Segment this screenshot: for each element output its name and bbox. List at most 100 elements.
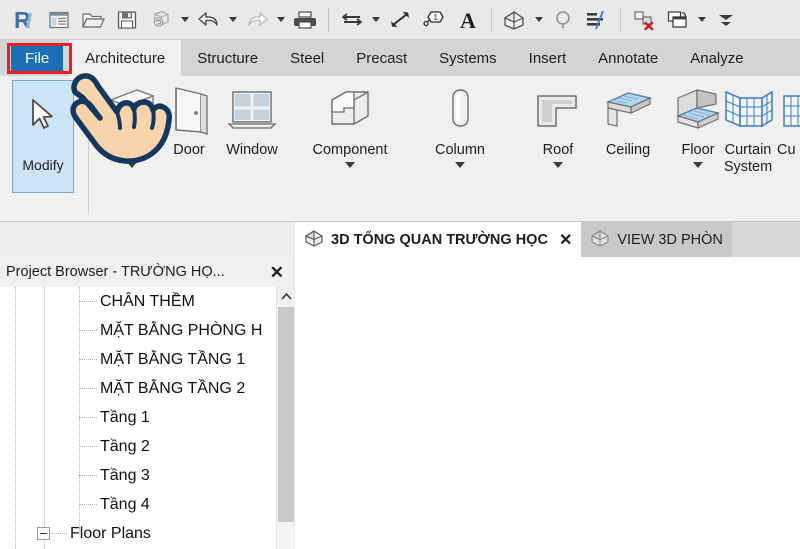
tree-connector <box>79 417 97 418</box>
window-label: Window <box>226 142 278 158</box>
column-label: Column <box>435 142 485 158</box>
svg-text:A: A <box>460 9 476 31</box>
tree-item-label: MẶT BẰNG TẦNG 1 <box>100 350 246 368</box>
arrow-cursor-icon <box>32 99 53 129</box>
roof-label: Roof <box>542 142 574 158</box>
project-browser-panel: Project Browser - TRƯỜNG HỌ... ✕ CHÂN TH… <box>0 257 295 549</box>
sync-icon[interactable] <box>144 3 178 37</box>
scroll-up-icon[interactable] <box>277 287 295 305</box>
modify-button[interactable]: Modify <box>12 80 74 193</box>
tree-item-tang-1[interactable]: Tầng 1 <box>0 403 276 432</box>
tab-steel[interactable]: Steel <box>274 40 340 76</box>
component-button[interactable]: Component <box>302 80 398 168</box>
curtain-grid-icon <box>777 80 800 142</box>
ribbon-tab-bar: File Architecture Structure Steel Precas… <box>0 40 800 76</box>
svg-text:1: 1 <box>434 13 439 22</box>
measure-dropdown-icon[interactable] <box>369 3 383 37</box>
tree-item-tang-3[interactable]: Tầng 3 <box>0 461 276 490</box>
project-browser-header: Project Browser - TRƯỜNG HỌ... ✕ <box>0 257 294 287</box>
view-tab-bar: 3D TỔNG QUAN TRƯỜNG HỌC ✕ VIEW 3D PHÒN <box>295 222 800 257</box>
tag-icon[interactable]: 1 <box>417 3 451 37</box>
door-label: Door <box>173 142 205 158</box>
drawing-canvas[interactable] <box>295 257 800 549</box>
curtain-grid-button[interactable]: Cu <box>770 80 800 159</box>
close-hidden-windows-icon[interactable] <box>627 3 661 37</box>
component-icon <box>314 80 386 142</box>
view-dropdown-icon[interactable] <box>532 3 546 37</box>
tab-annotate[interactable]: Annotate <box>582 40 674 76</box>
tree-item-label: MẶT BẰNG PHÒNG H <box>100 321 263 339</box>
aligned-dimension-icon[interactable] <box>383 3 417 37</box>
tree-item-mat-bang-tang-2[interactable]: MẶT BẰNG TẦNG 2 <box>0 374 276 403</box>
new-project-icon[interactable] <box>42 3 76 37</box>
column-button[interactable]: Column <box>412 80 508 168</box>
tree-item-label: Tầng 1 <box>100 408 150 426</box>
tree-connector <box>51 533 67 534</box>
tree-item-floor-plans[interactable]: Floor Plans <box>0 519 276 548</box>
tree-item-label: Tầng 3 <box>100 466 150 484</box>
tree-connector <box>79 446 97 447</box>
redo-icon[interactable] <box>240 3 274 37</box>
close-icon[interactable]: ✕ <box>559 230 572 250</box>
window-icon <box>216 80 288 142</box>
tab-file[interactable]: File <box>11 44 64 72</box>
undo-icon[interactable] <box>192 3 226 37</box>
scrollbar-thumb[interactable] <box>278 307 294 522</box>
tree-item-mat-bang-phong-h[interactable]: MẶT BẰNG PHÒNG H <box>0 316 276 345</box>
view-tab-3d-tong-quan[interactable]: 3D TỔNG QUAN TRƯỜNG HỌC ✕ <box>295 222 582 257</box>
switch-windows-dropdown-icon[interactable] <box>695 3 709 37</box>
undo-dropdown-icon[interactable] <box>226 3 240 37</box>
tree-connector <box>79 504 97 505</box>
window-button[interactable]: Window <box>204 80 300 159</box>
house-3d-icon <box>590 229 610 251</box>
tree-item-label: CHÂN THỀM <box>100 292 195 310</box>
revit-logo-icon[interactable]: R <box>8 3 42 37</box>
section-icon[interactable] <box>546 3 580 37</box>
collapse-expander-icon[interactable] <box>37 527 50 540</box>
print-icon[interactable] <box>288 3 322 37</box>
column-icon <box>424 80 496 142</box>
project-browser-scrollbar[interactable] <box>276 287 295 549</box>
view-tab-label: 3D TỔNG QUAN TRƯỜNG HỌC <box>331 231 548 248</box>
measure-icon[interactable] <box>335 3 369 37</box>
tree-item-label: Tầng 2 <box>100 437 150 455</box>
view-tab-label: VIEW 3D PHÒN <box>617 231 723 248</box>
tree-item-mat-bang-tang-1[interactable]: MẶT BẰNG TẦNG 1 <box>0 345 276 374</box>
customize-qat-icon[interactable] <box>709 3 743 37</box>
view-tab-view-3d-phong[interactable]: VIEW 3D PHÒN <box>581 222 732 257</box>
tab-insert[interactable]: Insert <box>513 40 583 76</box>
tree-item-tang-2[interactable]: Tầng 2 <box>0 432 276 461</box>
tab-structure[interactable]: Structure <box>181 40 274 76</box>
tree-connector <box>79 359 97 360</box>
tree-connector <box>79 301 97 302</box>
sync-dropdown-icon[interactable] <box>178 3 192 37</box>
tree-item-label: Tầng 4 <box>100 495 150 513</box>
tab-analyze[interactable]: Analyze <box>674 40 759 76</box>
ribbon-panel-area: Modify Select Wall <box>0 76 800 286</box>
tree-item-tang-4[interactable]: Tầng 4 <box>0 490 276 519</box>
workspace-area: Project Browser - TRƯỜNG HỌ... ✕ CHÂN TH… <box>0 222 800 549</box>
tree-item-label: MẶT BẰNG TẦNG 2 <box>100 379 246 397</box>
component-label: Component <box>312 142 388 158</box>
text-icon[interactable]: A <box>451 3 485 37</box>
tree-item-chan-them-1[interactable]: CHÂN THỀM <box>0 287 276 316</box>
redo-dropdown-icon[interactable] <box>274 3 288 37</box>
default-3d-view-icon[interactable] <box>498 3 532 37</box>
tab-systems[interactable]: Systems <box>423 40 513 76</box>
roof-dropdown-icon[interactable] <box>553 162 563 168</box>
toolbar-separator <box>328 7 329 32</box>
toolbar-separator-3 <box>620 7 621 32</box>
thin-lines-icon[interactable] <box>580 3 614 37</box>
tab-architecture[interactable]: Architecture <box>69 40 182 76</box>
tree-connector <box>79 330 97 331</box>
open-folder-icon[interactable] <box>76 3 110 37</box>
wall-dropdown-icon[interactable] <box>127 162 137 168</box>
house-3d-icon <box>304 229 324 251</box>
quick-access-toolbar: R 1 A <box>0 0 800 40</box>
save-icon[interactable] <box>110 3 144 37</box>
close-icon[interactable]: ✕ <box>270 264 284 281</box>
tab-precast[interactable]: Precast <box>340 40 423 76</box>
column-dropdown-icon[interactable] <box>455 162 465 168</box>
switch-windows-icon[interactable] <box>661 3 695 37</box>
component-dropdown-icon[interactable] <box>345 162 355 168</box>
